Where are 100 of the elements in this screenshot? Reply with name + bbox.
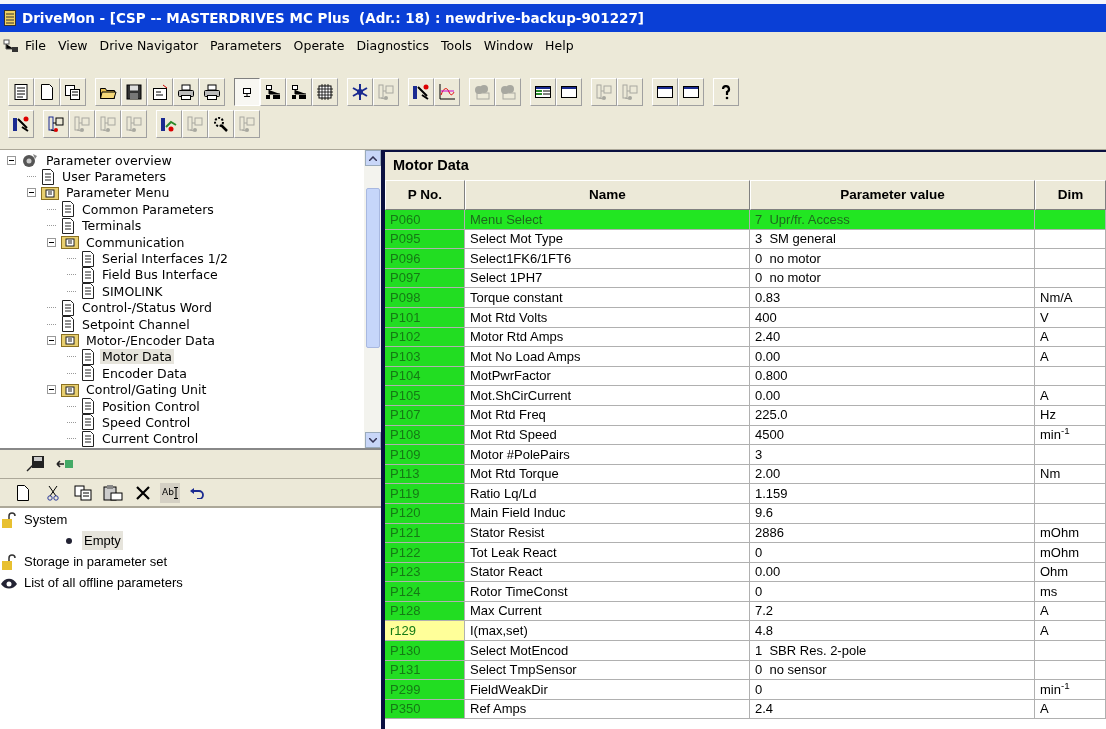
list-item[interactable]: System — [22, 509, 70, 530]
table-row[interactable]: P060 Menu Select 7 Upr/fr. Access — [385, 210, 1106, 230]
menu-item[interactable]: Parameters — [204, 36, 288, 56]
table-row[interactable]: P096 Select1FK6/1FT6 0 no motor — [385, 249, 1106, 269]
table-row[interactable]: P120 Main Field Induc 9.6 — [385, 503, 1106, 524]
table-cell: 9.6 — [750, 503, 1035, 524]
tree-item[interactable]: Parameter overview — [44, 152, 174, 168]
menu-item[interactable]: Operate — [287, 36, 351, 56]
parameter-number: P124 — [385, 582, 465, 602]
tree-item[interactable]: SIMOLINK — [100, 283, 165, 299]
column-header[interactable]: Name — [465, 180, 750, 210]
collapse-toggle[interactable] — [46, 237, 56, 247]
scrollbar-thumb[interactable] — [365, 188, 380, 348]
table-cell: 2.4 — [750, 699, 1035, 720]
menu-item[interactable]: Drive Navigator — [93, 36, 205, 56]
table-cell: 0.800 — [750, 366, 1035, 387]
collapse-toggle[interactable] — [46, 336, 56, 345]
menu-item[interactable]: Help — [539, 36, 580, 56]
table-row[interactable]: P104 MotPwrFactor 0.800 — [385, 366, 1106, 387]
parameter-number: r129 — [385, 621, 465, 642]
network-icon — [3, 39, 19, 53]
table-cell: A — [1035, 621, 1106, 642]
list-item[interactable]: List of all offline parameters — [22, 572, 185, 593]
tree-item[interactable]: Control-/Status Word — [80, 300, 214, 316]
tree-item[interactable]: Setpoint Channel — [80, 316, 192, 332]
tree-item[interactable]: Encoder Data — [100, 365, 189, 381]
tree-item[interactable]: Motor-/Encoder Data — [84, 333, 217, 348]
wand-icon — [412, 83, 430, 101]
tree-item[interactable]: Position Control — [100, 398, 202, 414]
table-row[interactable]: P098 Torque constant 0.83 Nm/A — [385, 288, 1106, 308]
table-cell: mOhm — [1035, 543, 1106, 563]
table-row[interactable]: P350 Ref Amps 2.4 A — [385, 699, 1106, 720]
table-row[interactable]: P130 Select MotEncod 1 SBR Res. 2-pole — [385, 641, 1106, 661]
tree-item[interactable]: Motor Data — [100, 349, 174, 365]
tree-item[interactable]: Communication — [84, 234, 187, 250]
table-row[interactable]: P124 Rotor TimeConst 0 ms — [385, 582, 1106, 602]
table-row[interactable]: P105 Mot.ShCirCurrent 0.00 A — [385, 386, 1106, 406]
parameter-number: P098 — [385, 288, 465, 308]
page-icon — [17, 484, 29, 501]
device-icon — [73, 115, 91, 133]
properties-icon — [151, 83, 169, 101]
tree-item[interactable]: Current Control — [100, 431, 201, 447]
tree-item[interactable]: Speed Control — [100, 414, 193, 430]
parameter-number: P299 — [385, 680, 465, 700]
arrow-icon — [56, 458, 74, 470]
tree-item[interactable]: Field Bus Interface — [100, 267, 220, 283]
parameter-number: P095 — [385, 229, 465, 250]
column-header[interactable]: Dim — [1035, 180, 1106, 210]
column-header[interactable]: P No. — [385, 180, 465, 210]
table-row[interactable]: P128 Max Current 7.2 A — [385, 601, 1106, 622]
table-row[interactable]: P131 Select TmpSensor 0 no sensor — [385, 660, 1106, 681]
list-item[interactable]: Storage in parameter set — [22, 551, 170, 572]
menu-item[interactable]: File — [19, 36, 52, 56]
device-icon — [47, 115, 65, 133]
table-row[interactable]: P113 Mot Rtd Torque 2.00 Nm — [385, 464, 1106, 485]
tree-item[interactable]: Control/Gating Unit — [84, 382, 209, 398]
tree-item[interactable]: User Parameters — [60, 169, 168, 185]
table-cell: 225.0 — [750, 405, 1035, 426]
table-cell: min$^{-1}$ — [1035, 425, 1106, 446]
table-row[interactable]: P097 Select 1PH7 0 no motor — [385, 268, 1106, 289]
tree-item[interactable]: Terminals — [80, 218, 144, 234]
table-row[interactable]: P101 Mot Rtd Volts 400 V — [385, 307, 1106, 328]
scroll-up-button[interactable] — [364, 150, 381, 166]
menu-item[interactable]: View — [51, 36, 94, 56]
table-row[interactable]: P095 Select Mot Type 3 SM general — [385, 229, 1106, 250]
table-row[interactable]: P119 Ratio Lq/Ld 1.159 — [385, 484, 1106, 504]
table-row[interactable]: P299 FieldWeakDir 0 min$^{-1}$ — [385, 680, 1106, 700]
table-row[interactable]: P121 Stator Resist 2886 mOhm — [385, 523, 1106, 544]
rename-button[interactable]: Ab — [160, 482, 180, 503]
menu-item[interactable]: Tools — [435, 36, 478, 56]
table-row[interactable]: P108 Mot Rtd Speed 4500 min$^{-1}$ — [385, 425, 1106, 446]
table-row[interactable]: P107 Mot Rtd Freq 225.0 Hz — [385, 405, 1106, 426]
collapse-toggle[interactable] — [26, 188, 36, 198]
table-row[interactable]: P123 Stator React 0.00 Ohm — [385, 562, 1106, 583]
parameter-number: P103 — [385, 347, 465, 367]
table-cell: 1.159 — [750, 484, 1035, 504]
menu-item[interactable]: Diagnostics — [350, 36, 435, 56]
device-icon — [186, 115, 204, 133]
parameter-number: P131 — [385, 660, 465, 681]
toolbar-button[interactable] — [234, 78, 260, 106]
table-row[interactable]: r129 I(max,set) 4.8 A — [385, 621, 1106, 642]
table-cell — [1035, 484, 1106, 504]
tree-item[interactable]: Common Parameters — [80, 201, 216, 217]
parameter-number: P104 — [385, 366, 465, 387]
column-header[interactable]: Parameter value — [750, 180, 1035, 210]
table-row[interactable]: P103 Mot No Load Amps 0.00 A — [385, 347, 1106, 367]
table-row[interactable]: P122 Tot Leak React 0 mOhm — [385, 543, 1106, 563]
scroll-down-button[interactable] — [364, 432, 381, 448]
table-cell: 0.00 — [750, 562, 1035, 583]
tree-item[interactable]: Parameter Menu — [64, 185, 172, 201]
device-icon — [238, 115, 256, 133]
collapse-toggle[interactable] — [6, 155, 16, 165]
menu-item[interactable]: Window — [477, 36, 540, 56]
page-icon — [81, 266, 95, 283]
tree-item[interactable]: Serial Interfaces 1/2 — [100, 251, 230, 267]
collapse-toggle[interactable] — [46, 385, 56, 395]
table-row[interactable]: P102 Motor Rtd Amps 2.40 A — [385, 327, 1106, 348]
list-item[interactable]: Empty — [82, 530, 123, 551]
table-row[interactable]: P109 Motor #PolePairs 3 — [385, 445, 1106, 465]
folder-icon — [61, 382, 79, 397]
